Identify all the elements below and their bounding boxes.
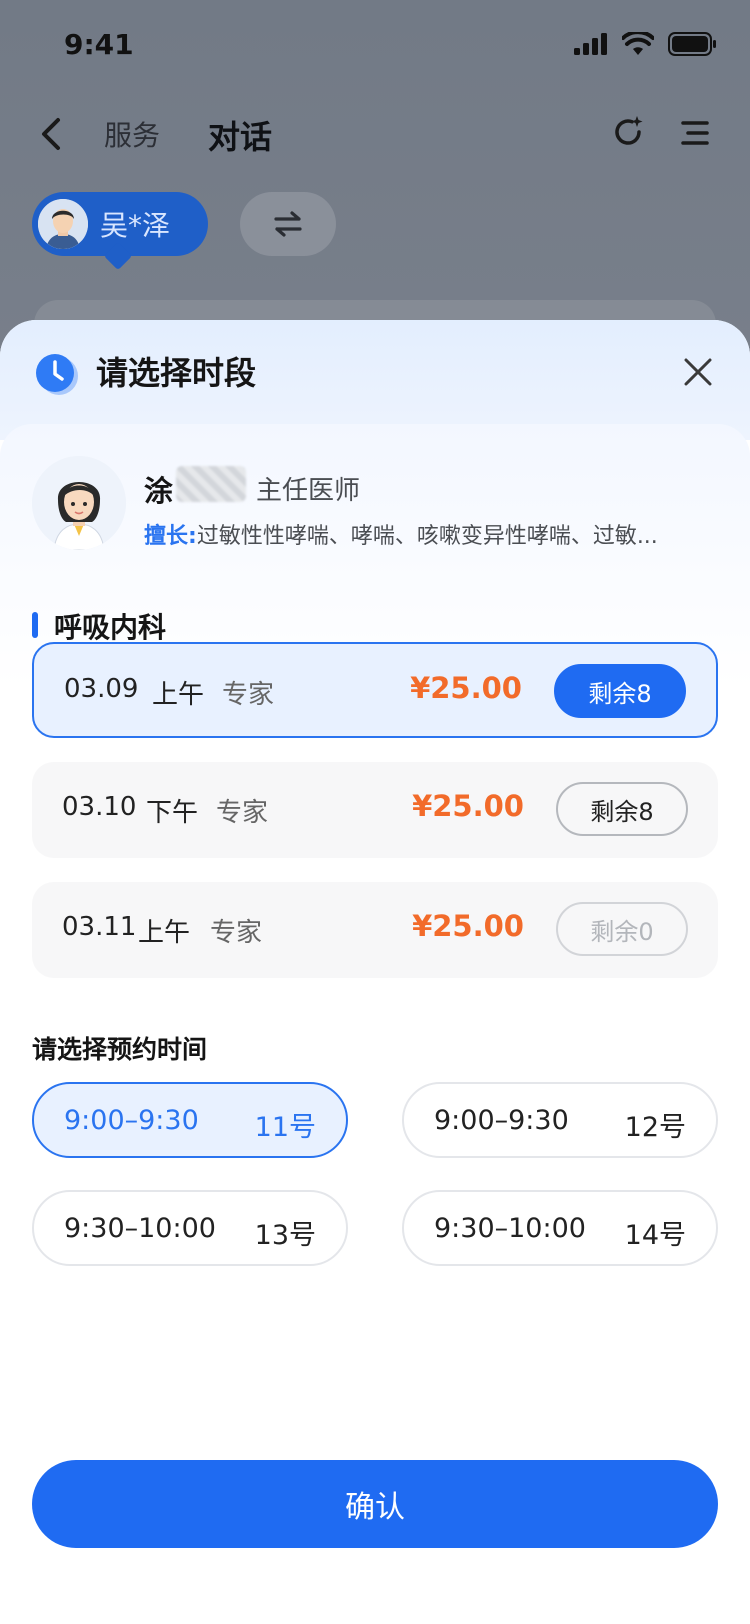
slot-period: 上午 (138, 918, 191, 948)
patient-avatar (38, 199, 88, 249)
tab-chat[interactable]: 对话 (208, 112, 272, 158)
slot-date: 03.11 (62, 912, 137, 942)
slot-period: 下午 (146, 798, 199, 828)
status-icons (574, 32, 716, 56)
slot-price: ¥25.00 (410, 671, 522, 705)
slot-price: ¥25.00 (412, 909, 524, 943)
swap-arrows-icon (274, 211, 302, 237)
specialty-label: 擅长: (144, 524, 197, 549)
time-option[interactable]: 9:00–9:30 12号 (402, 1082, 718, 1158)
top-nav: 服务 对话 (0, 100, 750, 170)
slot-row[interactable]: 03.09 上午 专家 ¥25.00 剩余8 (32, 642, 718, 738)
patient-name: 吴*泽 (100, 209, 171, 242)
queue-number: 13号 (254, 1220, 316, 1251)
battery-icon (668, 32, 716, 56)
refresh-icon[interactable] (610, 114, 646, 150)
slot-remaining-badge: 剩余8 (556, 782, 688, 836)
slot-period: 上午 (152, 680, 205, 710)
menu-icon[interactable] (678, 116, 712, 150)
time-section-heading: 请选择预约时间 (32, 1035, 208, 1064)
close-icon[interactable] (680, 354, 716, 390)
switch-patient-button[interactable] (240, 192, 336, 256)
doctor-avatar (32, 456, 126, 550)
sheet-title: 请选择时段 (96, 354, 257, 392)
male-avatar-icon (38, 199, 88, 249)
slot-type: 专家 (210, 918, 263, 948)
time-range: 9:30–10:00 (64, 1213, 216, 1244)
slot-date: 03.10 (62, 792, 137, 822)
confirm-button[interactable]: 确认 (32, 1460, 718, 1548)
slot-remaining-badge: 剩余0 (556, 902, 688, 956)
slot-date: 03.09 (64, 674, 139, 704)
time-option[interactable]: 9:30–10:00 13号 (32, 1190, 348, 1266)
time-option[interactable]: 9:30–10:00 14号 (402, 1190, 718, 1266)
time-option[interactable]: 9:00–9:30 11号 (32, 1082, 348, 1158)
doctor-title: 主任医师 (256, 476, 361, 506)
sheet-body (0, 424, 750, 1624)
slot-price: ¥25.00 (412, 789, 524, 823)
doctor-surname: 涂 (144, 474, 174, 508)
status-time: 9:41 (64, 28, 134, 61)
slot-row: 03.11 上午 专家 ¥25.00 剩余0 (32, 882, 718, 978)
department-name: 呼吸内科 (54, 611, 167, 644)
queue-number: 11号 (254, 1112, 316, 1143)
status-bar: 9:41 (0, 0, 750, 90)
sheet-header: 请选择时段 (0, 320, 750, 440)
wifi-icon (622, 32, 654, 55)
slot-type: 专家 (222, 680, 275, 710)
time-range: 9:00–9:30 (64, 1105, 199, 1136)
doctor-name-mask (176, 466, 246, 502)
queue-number: 12号 (624, 1112, 686, 1143)
time-range: 9:00–9:30 (434, 1105, 569, 1136)
cellular-signal-icon (574, 33, 607, 55)
queue-number: 14号 (624, 1220, 686, 1251)
slot-remaining-badge: 剩余8 (554, 664, 686, 718)
slot-type: 专家 (216, 798, 269, 828)
time-range: 9:30–10:00 (434, 1213, 586, 1244)
doctor-specialty: 擅长:过敏性性哮喘、哮喘、咳嗽变异性哮喘、过敏... (144, 518, 704, 550)
tab-service[interactable]: 服务 (104, 114, 160, 154)
specialty-text: 过敏性性哮喘、哮喘、咳嗽变异性哮喘、过敏... (196, 524, 658, 549)
clock-icon (36, 354, 78, 395)
back-arrow-icon[interactable] (36, 114, 68, 154)
female-doctor-avatar-icon (32, 456, 126, 550)
time-slot-sheet: 请选择时段 涂 主任医师 擅长:过敏性性哮喘、哮喘、咳嗽变异性哮喘、过敏... … (0, 320, 750, 1624)
department-accent-bar (32, 612, 38, 638)
slot-row[interactable]: 03.10 下午 专家 ¥25.00 剩余8 (32, 762, 718, 858)
